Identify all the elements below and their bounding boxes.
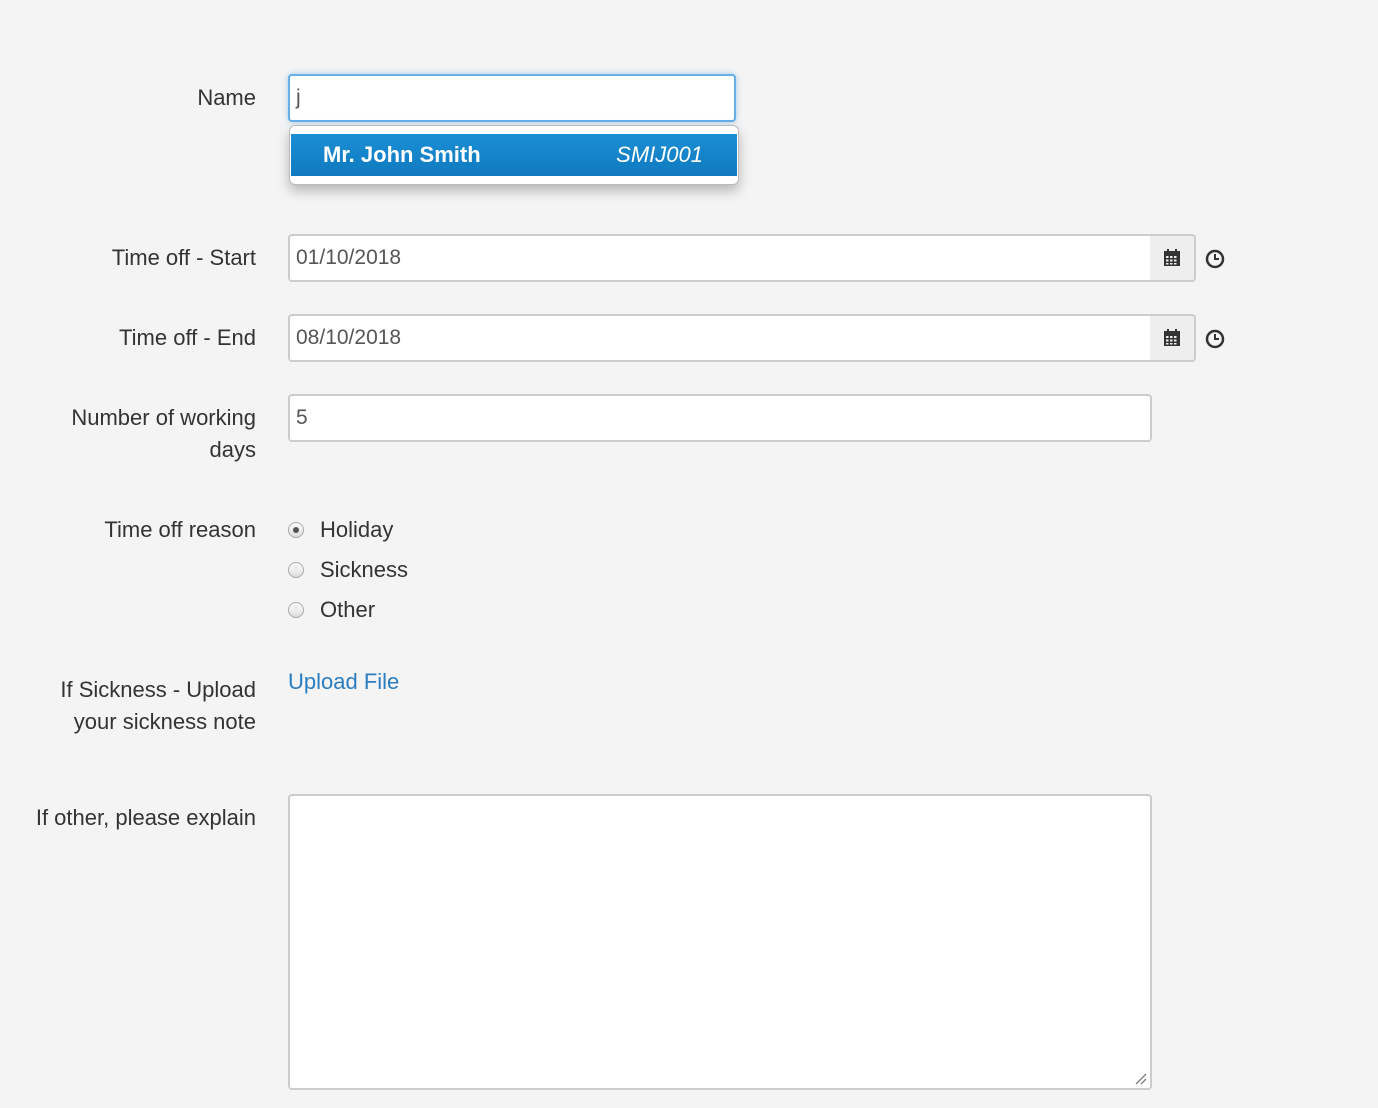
start-calendar-button[interactable]	[1150, 234, 1196, 282]
radio-holiday[interactable]: Holiday	[288, 514, 393, 546]
radio-holiday-button[interactable]	[288, 522, 304, 538]
working-days-input[interactable]: 5	[288, 394, 1152, 442]
radio-other-label: Other	[320, 597, 376, 622]
radio-other[interactable]: Other	[288, 594, 375, 626]
name-input[interactable]: j	[288, 74, 736, 122]
clock-icon	[1205, 249, 1225, 269]
radio-other-button[interactable]	[288, 602, 304, 618]
start-date-input[interactable]: 01/10/2018	[288, 234, 1152, 282]
start-time-button[interactable]	[1204, 248, 1226, 270]
name-autocomplete-dropdown: Mr. John Smith SMIJ001	[289, 125, 739, 185]
name-label: Name	[197, 85, 256, 110]
calendar-icon	[1164, 249, 1180, 266]
clock-icon	[1205, 329, 1225, 349]
radio-holiday-label: Holiday	[320, 517, 394, 542]
end-calendar-button[interactable]	[1150, 314, 1196, 362]
resize-grip-icon[interactable]	[1133, 1071, 1147, 1085]
explain-textarea[interactable]	[288, 794, 1152, 1090]
autocomplete-option-code: SMIJ001	[616, 142, 703, 167]
autocomplete-option-name: Mr. John Smith	[323, 142, 481, 167]
reason-label: Time off reason	[104, 517, 256, 542]
end-date-input[interactable]: 08/10/2018	[288, 314, 1152, 362]
end-time-button[interactable]	[1204, 328, 1226, 350]
working-days-label: Number of working days	[71, 405, 256, 462]
start-label: Time off - Start	[111, 245, 256, 270]
radio-sickness-label: Sickness	[320, 557, 409, 582]
radio-sickness-button[interactable]	[288, 562, 304, 578]
upload-label: If Sickness - Upload your sickness note	[60, 677, 256, 734]
calendar-icon	[1164, 329, 1180, 346]
autocomplete-option[interactable]: Mr. John Smith SMIJ001	[291, 134, 737, 176]
upload-file-link[interactable]: Upload File	[288, 666, 399, 698]
radio-sickness[interactable]: Sickness	[288, 554, 408, 586]
end-label: Time off - End	[119, 325, 256, 350]
explain-label: If other, please explain	[35, 805, 256, 830]
